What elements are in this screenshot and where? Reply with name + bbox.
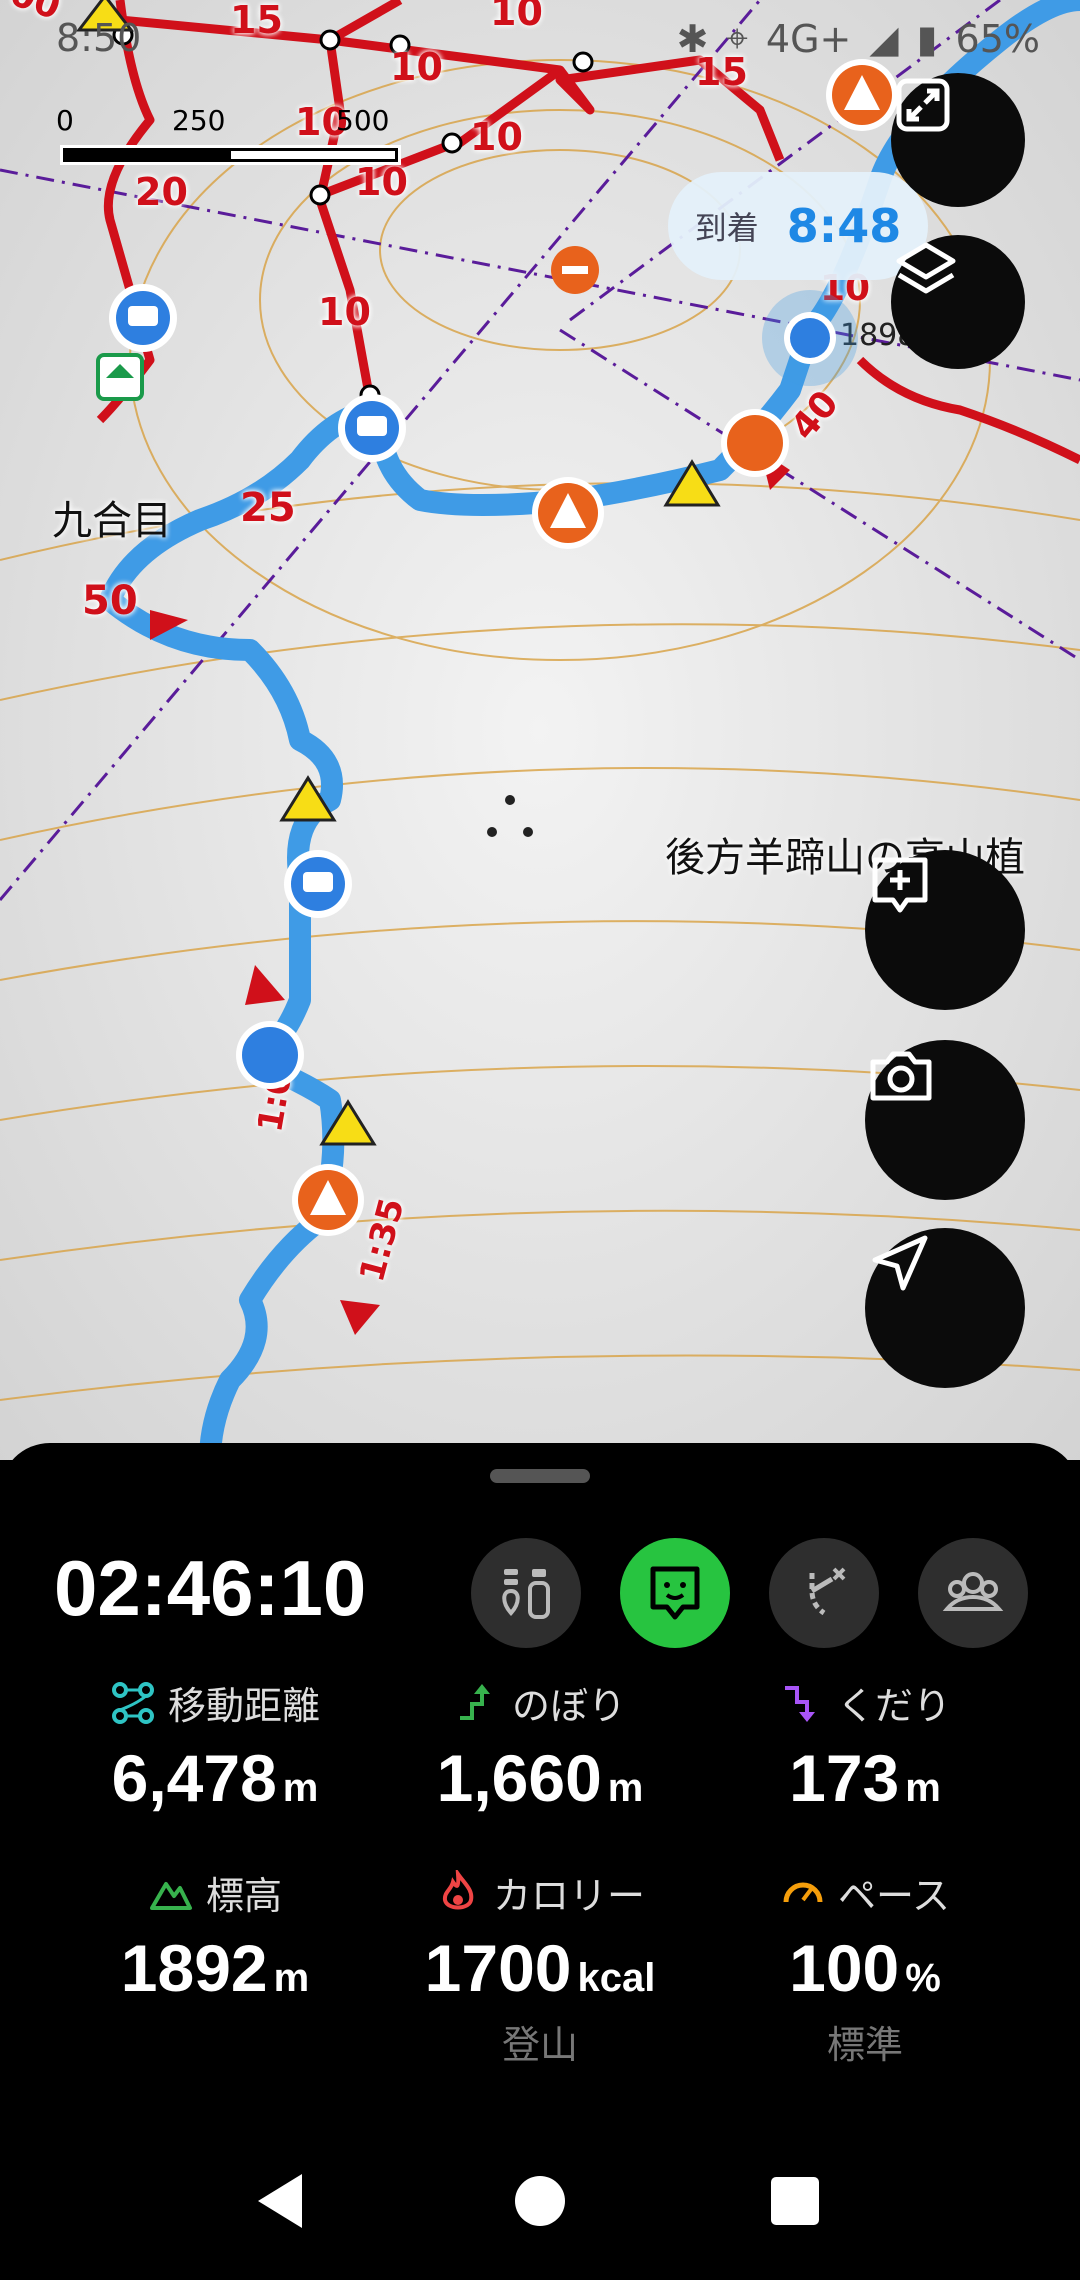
scale-bar — [60, 145, 401, 165]
speech-face-icon — [650, 1566, 700, 1620]
navigate-button[interactable] — [865, 1228, 1025, 1388]
stat-value: 1892 — [120, 1931, 268, 2005]
stat-unit: m — [273, 1956, 310, 2000]
arrival-time: 8:48 — [786, 199, 902, 253]
network-type: 4G+ — [765, 16, 852, 61]
back-icon[interactable] — [250, 2166, 310, 2236]
stat-label: カロリー — [492, 1874, 645, 1918]
map-view[interactable]: 15 10 10 10 10 15 20 10 10 25 50 40 10 0… — [0, 0, 1080, 1460]
stat-value: 6,478 — [111, 1741, 277, 1815]
add-memo-button[interactable] — [865, 850, 1025, 1010]
stat-unit: m — [905, 1766, 941, 1810]
stat-label: ペース — [837, 1874, 951, 1918]
stat-label: 標高 — [205, 1874, 282, 1918]
transit-map-icon — [502, 1569, 550, 1619]
distance-icon — [111, 1681, 154, 1724]
camera-icon — [870, 1051, 932, 1101]
fit-route-button[interactable] — [891, 73, 1025, 207]
route-number: 20 — [135, 170, 188, 214]
map-mode-button[interactable] — [471, 1538, 581, 1648]
stat-unit: m — [607, 1766, 644, 1810]
system-nav-bar — [0, 2140, 1080, 2280]
navigation-arrow-icon — [872, 1235, 928, 1291]
battery-icon: ▮ — [916, 16, 938, 61]
stat-descent: くだり 173 m — [685, 1675, 1045, 1816]
stat-distance: 移動距離 6,478 m — [35, 1675, 395, 1816]
mountain-icon — [149, 1881, 192, 1910]
arrival-time-badge: 到着 8:48 — [668, 172, 928, 280]
home-icon[interactable] — [510, 2166, 570, 2236]
stat-unit: m — [282, 1766, 319, 1810]
route-branch-icon — [809, 1567, 846, 1616]
add-comment-icon — [872, 857, 928, 913]
battery-level: 65% — [955, 16, 1040, 61]
stat-unit: kcal — [577, 1956, 656, 2000]
layers-button[interactable] — [891, 235, 1025, 369]
station-label: 九合目 — [52, 498, 172, 544]
group-icon — [942, 1572, 1004, 1611]
status-bar: 8:50 ✱ ⌖ 4G+ ◢ ▮ 65% — [0, 10, 1080, 70]
stat-sub: 登山 — [501, 2023, 578, 2067]
stat-ascent: のぼり 1,660 m — [360, 1675, 720, 1816]
descent-icon — [784, 1685, 815, 1722]
elapsed-time: 02:46:10 — [54, 1544, 367, 1632]
stat-value: 173 — [789, 1741, 900, 1815]
layers-icon — [896, 242, 956, 294]
stat-label: のぼり — [511, 1684, 626, 1728]
stat-elevation: 標高 1892 m — [35, 1865, 395, 2006]
signal-icon: ◢ — [869, 16, 899, 61]
route-number: 50 — [82, 578, 138, 624]
scale-zero: 0 — [56, 104, 74, 137]
location-icon: ⌖ — [726, 16, 748, 60]
stat-value: 100 — [789, 1931, 900, 2005]
bluetooth-icon: ✱ — [676, 16, 709, 61]
route-number: 25 — [240, 485, 296, 531]
route-number: 10 — [470, 115, 523, 159]
ascent-icon — [459, 1683, 490, 1720]
stat-unit: % — [905, 1956, 941, 2000]
stat-label: くだり — [836, 1684, 951, 1728]
stat-calories: カロリー 1700 kcal 登山 — [360, 1865, 720, 2069]
flame-icon — [442, 1869, 474, 1909]
voice-guide-button[interactable] — [620, 1538, 730, 1648]
route-deviation-button[interactable] — [769, 1538, 879, 1648]
stat-value: 1,660 — [436, 1741, 602, 1815]
recents-icon[interactable] — [765, 2166, 825, 2236]
route-number: 10 — [318, 290, 371, 334]
drag-handle[interactable] — [490, 1469, 590, 1483]
stat-value: 1700 — [424, 1931, 572, 2005]
stat-label: 移動距離 — [167, 1684, 320, 1728]
stat-pace: ペース 100% 標準 — [685, 1865, 1045, 2069]
gauge-icon — [783, 1882, 823, 1902]
fit-screen-icon — [896, 78, 950, 132]
status-time: 8:50 — [56, 16, 142, 60]
arrival-label: 到着 — [694, 209, 759, 247]
camera-button[interactable] — [865, 1040, 1025, 1200]
stat-sub: 標準 — [826, 2023, 903, 2067]
group-button[interactable] — [918, 1538, 1028, 1648]
